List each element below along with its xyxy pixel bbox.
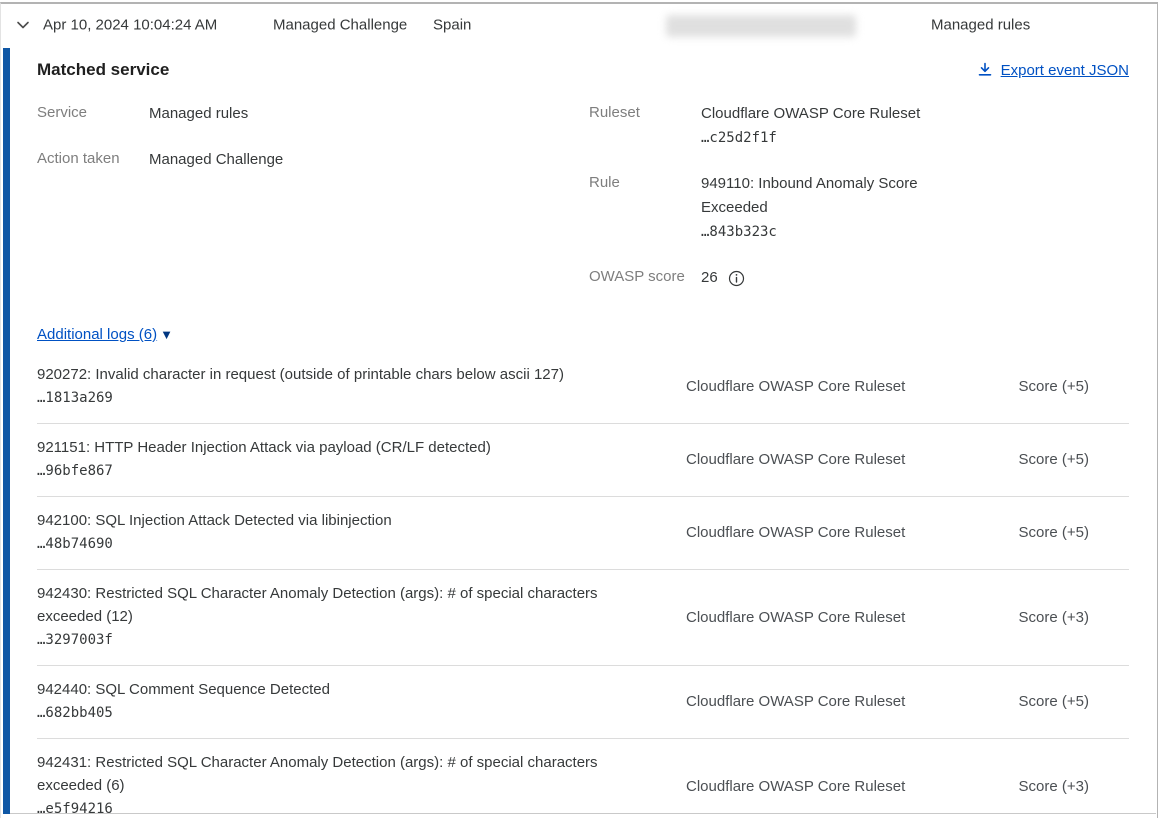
log-score: Score (+5) — [1019, 693, 1129, 710]
ruleset-id-hash: …c25d2f1f — [701, 126, 920, 150]
log-row: 942430: Restricted SQL Character Anomaly… — [37, 570, 1129, 666]
event-service: Managed rules — [931, 17, 1030, 34]
log-rule-description: 942100: SQL Injection Attack Detected vi… — [37, 509, 649, 532]
selected-row-accent-bar — [3, 48, 10, 814]
info-icon[interactable] — [728, 270, 745, 287]
log-rule-description: 920272: Invalid character in request (ou… — [37, 363, 649, 386]
field-rule: Rule 949110: Inbound Anomaly Score Excee… — [589, 172, 1129, 244]
event-row: Apr 10, 2024 10:04:24 AM Managed Challen… — [1, 4, 1157, 46]
log-ruleset: Cloudflare OWASP Core Ruleset — [686, 451, 938, 468]
log-rule-hash: …96bfe867 — [37, 459, 649, 483]
redacted-text — [666, 15, 856, 37]
event-detail-panel: Matched service Export event JSON Servic… — [10, 48, 1156, 814]
log-rule-description: 942430: Restricted SQL Character Anomaly… — [37, 582, 649, 628]
log-rule-hash: …3297003f — [37, 628, 649, 652]
field-owasp-score: OWASP score 26 — [589, 266, 1129, 290]
download-icon — [977, 62, 993, 78]
field-label: Ruleset — [589, 102, 701, 150]
log-score: Score (+5) — [1019, 451, 1129, 468]
export-link-label: Export event JSON — [1001, 62, 1129, 79]
field-action-taken: Action taken Managed Challenge — [37, 148, 589, 172]
event-country: Spain — [433, 17, 471, 34]
field-label: Rule — [589, 172, 701, 244]
additional-logs-label: Additional logs (6) — [37, 326, 157, 343]
owasp-score-value: 26 — [701, 266, 718, 290]
additional-logs-section: Additional logs (6) ▼ 920272: Invalid ch… — [37, 326, 1129, 818]
field-label: Service — [37, 102, 149, 126]
log-rule-description: 942431: Restricted SQL Character Anomaly… — [37, 751, 649, 797]
log-ruleset: Cloudflare OWASP Core Ruleset — [686, 378, 938, 395]
log-ruleset: Cloudflare OWASP Core Ruleset — [686, 778, 938, 795]
additional-logs-toggle[interactable]: Additional logs (6) ▼ — [37, 326, 173, 343]
event-timestamp: Apr 10, 2024 10:04:24 AM — [43, 17, 217, 34]
log-rule-hash: …e5f94216 — [37, 797, 649, 818]
log-row: 921151: HTTP Header Injection Attack via… — [37, 424, 1129, 497]
log-score: Score (+3) — [1019, 778, 1129, 795]
log-score: Score (+5) — [1019, 524, 1129, 541]
log-rule-hash: …48b74690 — [37, 532, 649, 556]
log-rule-description: 942440: SQL Comment Sequence Detected — [37, 678, 649, 701]
field-value: Managed Challenge — [149, 148, 283, 172]
rule-id-hash: …843b323c — [701, 220, 941, 244]
log-row: 942100: SQL Injection Attack Detected vi… — [37, 497, 1129, 570]
matched-service-fields: Service Managed rules Action taken Manag… — [37, 102, 1129, 312]
log-rule-description: 921151: HTTP Header Injection Attack via… — [37, 436, 649, 459]
log-row: 920272: Invalid character in request (ou… — [37, 351, 1129, 424]
log-rule-hash: …1813a269 — [37, 386, 649, 410]
chevron-down-icon — [15, 17, 31, 33]
field-ruleset: Ruleset Cloudflare OWASP Core Ruleset …c… — [589, 102, 1129, 150]
field-label: Action taken — [37, 148, 149, 172]
caret-down-icon: ▼ — [160, 327, 173, 342]
field-label: OWASP score — [589, 266, 701, 290]
log-ruleset: Cloudflare OWASP Core Ruleset — [686, 609, 938, 626]
field-value: Managed rules — [149, 102, 248, 126]
export-event-json-link[interactable]: Export event JSON — [977, 62, 1129, 79]
panel-header: Matched service Export event JSON — [37, 60, 1129, 80]
log-score: Score (+5) — [1019, 378, 1129, 395]
log-ruleset: Cloudflare OWASP Core Ruleset — [686, 693, 938, 710]
firewall-event-sheet: Apr 10, 2024 10:04:24 AM Managed Challen… — [0, 2, 1158, 818]
field-service: Service Managed rules — [37, 102, 589, 126]
log-ruleset: Cloudflare OWASP Core Ruleset — [686, 524, 938, 541]
collapse-row-button[interactable] — [13, 15, 33, 35]
log-rule-hash: …682bb405 — [37, 701, 649, 725]
log-row: 942440: SQL Comment Sequence Detected …6… — [37, 666, 1129, 739]
page-title: Matched service — [37, 60, 169, 80]
event-action: Managed Challenge — [273, 17, 407, 34]
log-row: 942431: Restricted SQL Character Anomaly… — [37, 739, 1129, 818]
rule-name: 949110: Inbound Anomaly Score Exceeded — [701, 172, 941, 220]
ruleset-name: Cloudflare OWASP Core Ruleset — [701, 102, 920, 126]
log-score: Score (+3) — [1019, 609, 1129, 626]
